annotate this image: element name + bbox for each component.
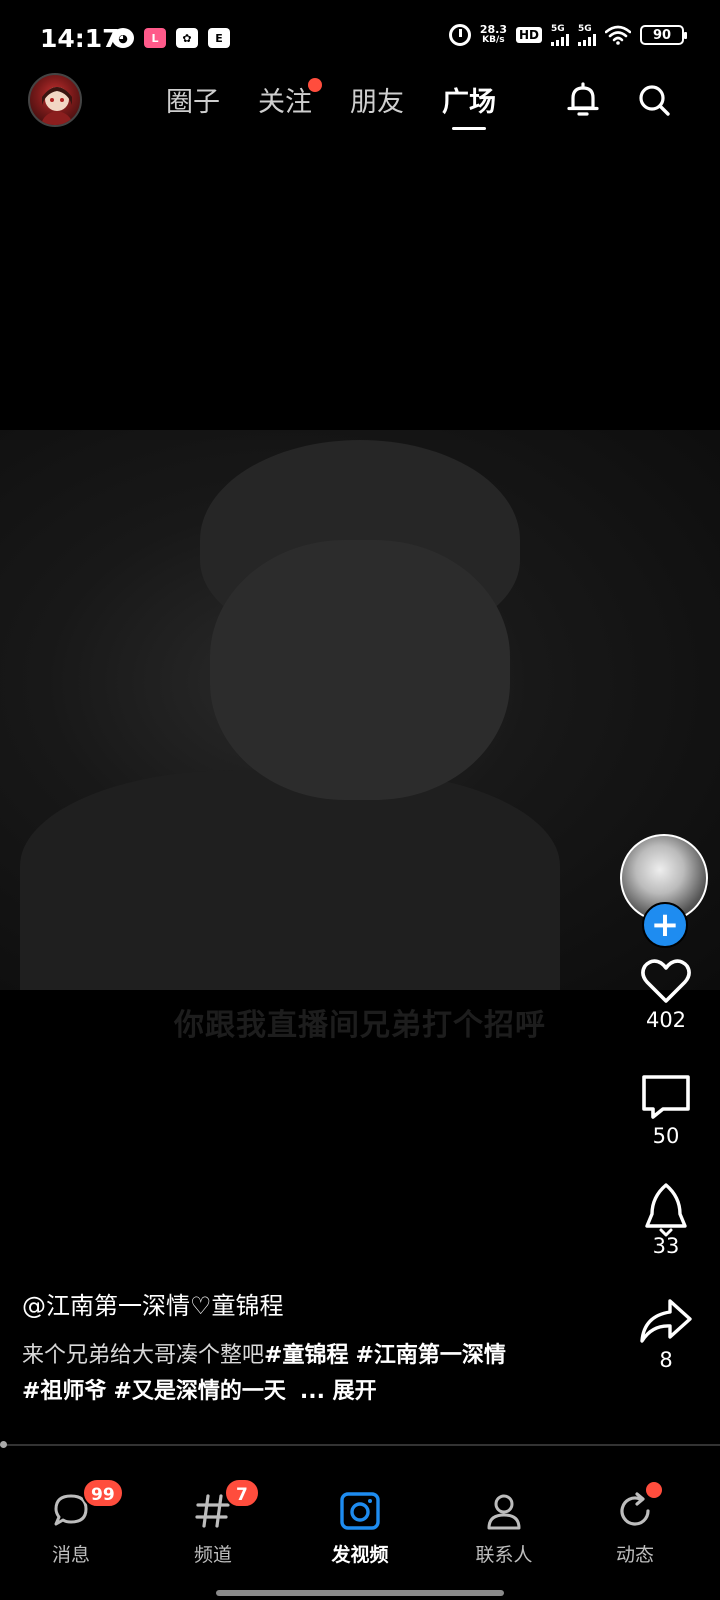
signal-sim2-icon: 5G bbox=[578, 24, 596, 46]
tab-following[interactable]: 关注 bbox=[258, 78, 322, 130]
rocket-count: 33 bbox=[652, 1234, 680, 1258]
wifi-icon bbox=[605, 25, 631, 45]
user-avatar[interactable] bbox=[28, 73, 82, 127]
rocket-icon bbox=[645, 1183, 687, 1237]
heart-icon bbox=[641, 959, 691, 1003]
flower-app-icon: ✿ bbox=[176, 28, 198, 48]
refresh-icon bbox=[620, 1492, 650, 1526]
video-progress-bar[interactable] bbox=[0, 1444, 720, 1446]
browser-app-icon: E bbox=[208, 28, 230, 48]
comment-button[interactable]: 50 bbox=[626, 1072, 706, 1148]
bottom-nav: 99 消息 7 频道 发视频 联系人 动态 bbox=[0, 1478, 720, 1586]
top-nav: 圈子 关注 朋友 广场 bbox=[0, 70, 720, 134]
hd-voice-icon: HD bbox=[515, 27, 542, 43]
tab-circle[interactable]: 圈子 bbox=[166, 80, 220, 130]
notification-dot bbox=[308, 78, 322, 92]
bilibili-tv-icon: ◕ bbox=[112, 28, 134, 48]
share-arrow-icon bbox=[640, 1299, 692, 1343]
network-speed: 28.3 KB/s bbox=[479, 23, 507, 45]
home-indicator[interactable] bbox=[216, 1590, 504, 1596]
like-button[interactable]: 402 bbox=[626, 956, 706, 1032]
bell-icon[interactable] bbox=[566, 82, 600, 118]
post-author[interactable]: @江南第一深情♡童锦程 bbox=[22, 1286, 284, 1321]
post-caption: 来个兄弟给大哥凑个整吧#童锦程 #江南第一深情 #祖师爷 #又是深情的一天 ..… bbox=[22, 1343, 506, 1404]
avatar-illustration-icon bbox=[40, 87, 74, 125]
rocket-button[interactable]: 33 bbox=[626, 1182, 706, 1258]
status-indicators: 28.3 KB/s HD 5G 5G 90 bbox=[448, 23, 687, 46]
status-bar: 14:17 ◕ L ✿ E 28.3 KB/s HD 5G 5G 90 bbox=[0, 0, 720, 76]
hashtag-link[interactable]: #江南第一深情 bbox=[355, 1343, 505, 1368]
tab-friends[interactable]: 朋友 bbox=[350, 80, 404, 130]
progress-handle[interactable] bbox=[0, 1441, 7, 1448]
nav-activity[interactable]: 动态 bbox=[580, 1482, 690, 1567]
comment-count: 50 bbox=[652, 1124, 680, 1148]
like-count: 402 bbox=[645, 1008, 687, 1032]
battery-icon: 90 bbox=[640, 25, 687, 45]
hashtag-link[interactable]: #童锦程 bbox=[264, 1343, 348, 1368]
alarm-icon bbox=[448, 24, 471, 46]
share-button[interactable]: 8 bbox=[626, 1296, 706, 1372]
camera-icon bbox=[340, 1492, 380, 1530]
nav-post-video[interactable]: 发视频 bbox=[305, 1486, 415, 1567]
status-time: 14:17 bbox=[40, 24, 120, 53]
expand-button[interactable]: ... 展开 bbox=[300, 1379, 377, 1404]
share-count: 8 bbox=[659, 1348, 673, 1372]
search-icon[interactable] bbox=[637, 82, 671, 118]
channels-badge: 7 bbox=[224, 1478, 260, 1508]
tab-plaza[interactable]: 广场 bbox=[442, 80, 496, 130]
nav-channels[interactable]: 7 频道 bbox=[158, 1478, 268, 1567]
video-subtitle: 你跟我直播间兄弟打个招呼 bbox=[174, 1008, 546, 1043]
hashtag-link[interactable]: #祖师爷 bbox=[22, 1379, 106, 1404]
activity-dot bbox=[646, 1482, 662, 1498]
nav-contacts[interactable]: 联系人 bbox=[449, 1486, 559, 1567]
signal-sim1-icon: 5G bbox=[551, 24, 569, 46]
nav-messages[interactable]: 99 消息 bbox=[16, 1478, 126, 1567]
lofter-icon: L bbox=[144, 28, 166, 48]
messages-badge: 99 bbox=[82, 1478, 124, 1508]
feed-tabs: 圈子 关注 朋友 广场 bbox=[166, 78, 496, 130]
hashtag-link[interactable]: #又是深情的一天 bbox=[113, 1379, 285, 1404]
video-player[interactable] bbox=[0, 430, 720, 990]
comment-icon bbox=[642, 1075, 690, 1119]
person-icon bbox=[487, 1494, 521, 1530]
follow-button[interactable]: + bbox=[642, 902, 688, 948]
status-app-icons: ◕ L ✿ E bbox=[112, 28, 230, 48]
